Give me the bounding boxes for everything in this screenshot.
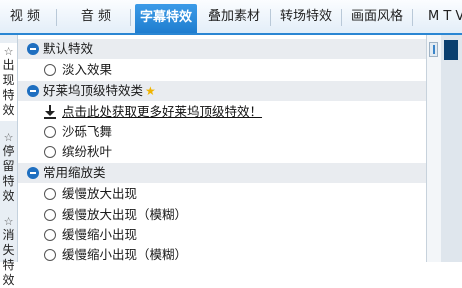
group-header-default[interactable]: 默认特效 (18, 39, 426, 59)
tab-picture-style[interactable]: 画面风格 (347, 6, 407, 28)
effect-item[interactable]: 缓慢缩小出现（模糊） (18, 245, 426, 262)
tab-transition-effects[interactable]: 转场特效 (276, 6, 336, 28)
tab-separator (270, 9, 271, 26)
get-more-effects-label[interactable]: 点击此处获取更多好莱坞顶级特效！ (62, 102, 262, 122)
group-header-hollywood[interactable]: 好莱坞顶级特效类 ★ (18, 81, 426, 101)
preview-strip (444, 40, 458, 60)
side-tab-label: 停留特效 (2, 144, 15, 203)
radio-button[interactable] (44, 229, 56, 241)
effect-item[interactable]: 缓慢放大出现（模糊） (18, 205, 426, 225)
radio-button[interactable] (44, 146, 56, 158)
star-outline-icon: ☆ (3, 45, 14, 58)
side-tab-label: 消失特效 (2, 228, 15, 287)
side-tab-label: 出现特效 (2, 58, 15, 117)
radio-button[interactable] (44, 126, 56, 138)
group-header-zoom[interactable]: 常用缩放类 (18, 163, 426, 183)
tab-overlay-material[interactable]: 叠加素材 (204, 6, 264, 28)
effect-label: 缤纷秋叶 (62, 144, 113, 159)
star-outline-icon: ☆ (3, 131, 14, 144)
scrollbar-thumb[interactable] (429, 42, 438, 57)
tab-separator (56, 9, 57, 26)
get-more-effects-link[interactable]: 点击此处获取更多好莱坞顶级特效！ (18, 102, 426, 122)
effect-label: 缓慢缩小出现（模糊） (62, 247, 188, 262)
star-icon: ★ (145, 84, 156, 98)
effect-item[interactable]: 沙砾飞舞 (18, 122, 426, 142)
effect-label: 缓慢放大出现（模糊） (62, 207, 188, 222)
tab-video[interactable]: 视 频 (4, 6, 46, 28)
radio-button[interactable] (44, 188, 56, 200)
group-label: 常用缩放类 (43, 165, 106, 180)
tab-separator (341, 9, 342, 26)
star-outline-icon: ☆ (3, 215, 14, 228)
tab-separator (412, 9, 413, 26)
effect-item[interactable]: 缓慢放大出现 (18, 184, 426, 204)
tab-separator (130, 9, 131, 26)
group-label: 好莱坞顶级特效类 ★ (43, 83, 156, 98)
radio-button[interactable] (44, 249, 56, 261)
collapse-minus-icon[interactable] (27, 85, 39, 97)
collapse-minus-icon[interactable] (27, 167, 39, 179)
effect-label: 淡入效果 (62, 62, 113, 77)
side-tab-appear-effects[interactable]: ☆ 出现特效 (0, 43, 17, 121)
tab-mtv[interactable]: M T V (428, 6, 462, 28)
side-tab-disappear-effects[interactable]: ☆ 消失特效 (0, 213, 17, 287)
radio-button[interactable] (44, 64, 56, 76)
collapse-minus-icon[interactable] (27, 43, 39, 55)
effect-item[interactable]: 淡入效果 (18, 60, 426, 80)
effects-list: 默认特效 淡入效果 好莱坞顶级特效类 ★ 点击此处获取更多好莱坞顶级特效！ 沙砾飞… (18, 35, 426, 262)
effect-item[interactable]: 缤纷秋叶 (18, 142, 426, 162)
group-label: 默认特效 (43, 41, 94, 56)
right-panel (441, 35, 462, 262)
side-tab-stay-effects[interactable]: ☆ 停留特效 (0, 129, 17, 209)
side-tab-bar: ☆ 出现特效 ☆ 停留特效 ☆ 消失特效 (0, 35, 18, 287)
vertical-scrollbar[interactable] (426, 35, 441, 262)
radio-button[interactable] (44, 209, 56, 221)
effect-item[interactable]: 缓慢缩小出现 (18, 225, 426, 245)
tab-subtitle-effects[interactable]: 字幕特效 (135, 4, 197, 33)
tab-audio[interactable]: 音 频 (72, 6, 120, 28)
effect-label: 缓慢放大出现 (62, 186, 138, 201)
top-tab-bar: 视 频 音 频 字幕特效 叠加素材 转场特效 画面风格 M T V (0, 0, 462, 35)
download-icon (44, 105, 56, 119)
effect-label: 沙砾飞舞 (62, 124, 113, 139)
effect-label: 缓慢缩小出现 (62, 227, 138, 242)
